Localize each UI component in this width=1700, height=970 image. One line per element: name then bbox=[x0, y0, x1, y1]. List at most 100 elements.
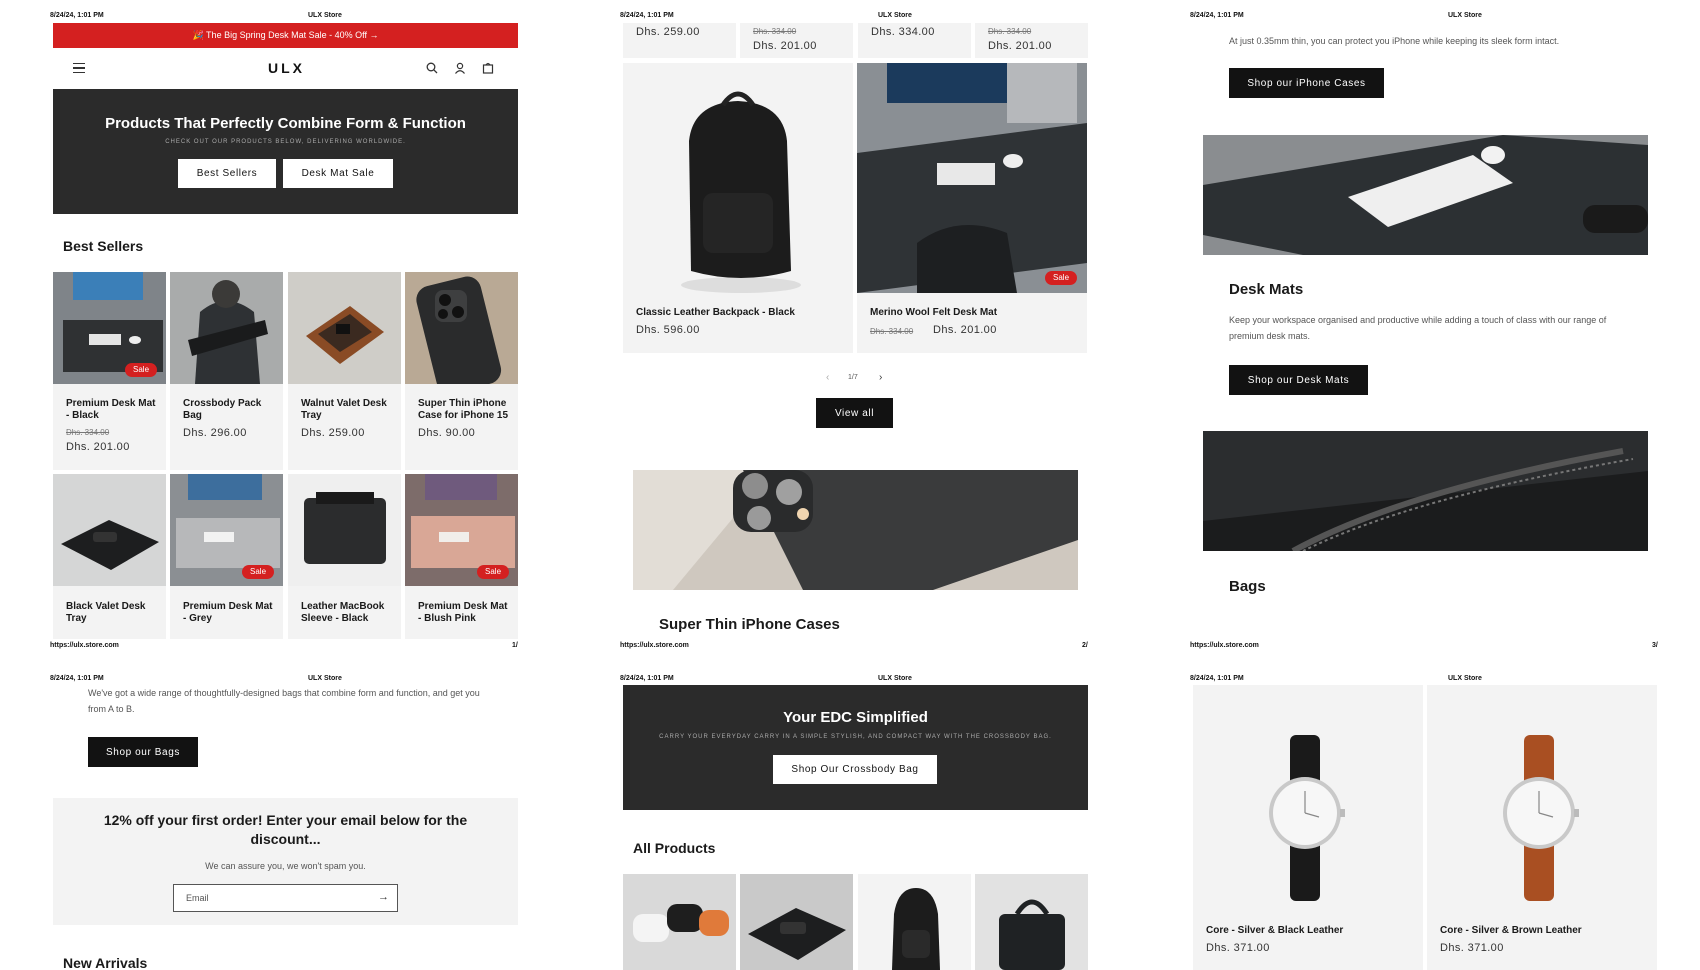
print-page-number: 1/ bbox=[512, 642, 518, 649]
product-old-price: Dhs. 334.00 bbox=[66, 428, 110, 437]
product-price: Dhs. 201.00 bbox=[66, 441, 130, 453]
print-date: 8/24/24, 1:01 PM bbox=[620, 12, 674, 19]
print-date: 8/24/24, 1:01 PM bbox=[620, 675, 674, 682]
best-sellers-title: Best Sellers bbox=[63, 238, 144, 254]
product-price: Dhs. 259.00 bbox=[636, 26, 700, 38]
product-price: Dhs. 201.00 bbox=[933, 324, 997, 336]
print-page-4: 8/24/24, 1:01 PM ULX Store We've got a w… bbox=[0, 665, 560, 970]
sale-badge: Sale bbox=[125, 363, 158, 377]
product-name: Premium Desk Mat - Black bbox=[66, 398, 156, 421]
product-price: Dhs. 371.00 bbox=[1206, 942, 1270, 954]
shop-crossbody-button[interactable]: Shop Our Crossbody Bag bbox=[773, 755, 937, 784]
logo[interactable]: ULX bbox=[268, 60, 305, 76]
product-image bbox=[170, 272, 283, 384]
carousel-next-icon[interactable]: › bbox=[879, 372, 882, 383]
product-price: Dhs. 201.00 bbox=[753, 40, 817, 52]
product-price: Dhs. 596.00 bbox=[636, 324, 700, 336]
print-page-3: 8/24/24, 1:01 PM ULX Store At just 0.35m… bbox=[1140, 0, 1700, 655]
product-name: Black Valet Desk Tray bbox=[66, 601, 146, 624]
print-title: ULX Store bbox=[308, 675, 342, 682]
product-image bbox=[288, 272, 401, 384]
shop-iphone-cases-button[interactable]: Shop our iPhone Cases bbox=[1229, 68, 1384, 98]
product-card[interactable]: Crossbody Pack Bag Dhs. 296.00 bbox=[170, 272, 283, 470]
account-icon[interactable] bbox=[454, 62, 466, 74]
print-url: https://ulx.store.com bbox=[620, 642, 689, 649]
product-card[interactable]: Core - Silver & Brown Leather Dhs. 371.0… bbox=[1427, 685, 1657, 970]
product-card[interactable]: Dhs. 334.00 Dhs. 201.00 bbox=[740, 23, 853, 58]
product-name: Premium Desk Mat - Blush Pink bbox=[418, 601, 508, 624]
shop-desk-mats-button[interactable]: Shop our Desk Mats bbox=[1229, 365, 1368, 395]
product-card[interactable]: Sale Premium Desk Mat - Grey bbox=[170, 474, 283, 639]
iphone-section-title: Super Thin iPhone Cases bbox=[659, 616, 840, 633]
product-card[interactable]: Dhs. 334.00 Dhs. 201.00 bbox=[975, 23, 1088, 58]
product-price: Dhs. 334.00 bbox=[871, 26, 935, 38]
search-icon[interactable] bbox=[426, 62, 438, 74]
product-card[interactable]: Walnut Valet Desk Tray Dhs. 259.00 bbox=[288, 272, 401, 470]
print-date: 8/24/24, 1:01 PM bbox=[50, 675, 104, 682]
bags-text: We've got a wide range of thoughtfully-d… bbox=[88, 688, 480, 714]
product-image: Sale bbox=[857, 63, 1087, 293]
iphone-section-text: At just 0.35mm thin, you can protect you… bbox=[1229, 36, 1560, 46]
edc-banner: Your EDC Simplified CARRY YOUR EVERYDAY … bbox=[623, 685, 1088, 810]
product-name: Super Thin iPhone Case for iPhone 15 bbox=[418, 398, 509, 421]
product-card[interactable]: Sale Premium Desk Mat - Black Dhs. 334.0… bbox=[53, 272, 166, 470]
product-image: Sale bbox=[53, 272, 166, 384]
product-card[interactable]: Dhs. 259.00 bbox=[623, 23, 736, 58]
submit-arrow-icon[interactable]: → bbox=[378, 891, 389, 903]
product-card[interactable]: Sale Premium Desk Mat - Blush Pink bbox=[405, 474, 518, 639]
product-card[interactable]: Classic Leather Backpack - Black Dhs. 59… bbox=[623, 63, 853, 353]
product-card[interactable]: Black Valet Desk Tray bbox=[53, 474, 166, 639]
carousel-pager: 1/7 bbox=[848, 374, 858, 381]
product-name: Premium Desk Mat - Grey bbox=[183, 601, 273, 624]
product-image bbox=[623, 63, 853, 293]
product-name: Core - Silver & Black Leather bbox=[1206, 925, 1344, 936]
product-image bbox=[405, 272, 518, 384]
newsletter-title: 12% off your first order! Enter your ema… bbox=[103, 812, 468, 847]
product-image bbox=[1427, 685, 1657, 915]
product-name: Merino Wool Felt Desk Mat bbox=[870, 307, 998, 318]
hamburger-icon[interactable] bbox=[73, 63, 85, 73]
hero-subtitle: CHECK OUT OUR PRODUCTS BELOW, DELIVERING… bbox=[165, 139, 406, 145]
new-arrivals-title: New Arrivals bbox=[63, 955, 148, 970]
print-page-5: 8/24/24, 1:01 PM ULX Store Your EDC Simp… bbox=[570, 665, 1130, 970]
newsletter-text: We can assure you, we won't spam you. bbox=[205, 861, 366, 871]
product-old-price: Dhs. 334.00 bbox=[870, 327, 914, 336]
announcement-bar[interactable]: 🎉 The Big Spring Desk Mat Sale - 40% Off… bbox=[53, 23, 518, 48]
product-name: Walnut Valet Desk Tray bbox=[301, 398, 387, 421]
shop-bags-button[interactable]: Shop our Bags bbox=[88, 737, 198, 767]
sale-badge: Sale bbox=[242, 565, 275, 579]
email-placeholder: Email bbox=[186, 893, 209, 903]
print-date: 8/24/24, 1:01 PM bbox=[1190, 675, 1244, 682]
product-card[interactable]: Dhs. 334.00 bbox=[858, 23, 971, 58]
print-page-1: 8/24/24, 1:01 PM ULX Store 🎉 The Big Spr… bbox=[0, 0, 560, 655]
product-image[interactable] bbox=[858, 874, 971, 970]
product-image[interactable] bbox=[740, 874, 853, 970]
product-image bbox=[53, 474, 166, 586]
best-sellers-button[interactable]: Best Sellers bbox=[178, 159, 276, 188]
product-card[interactable]: Super Thin iPhone Case for iPhone 15 Dhs… bbox=[405, 272, 518, 470]
hero-banner: Products That Perfectly Combine Form & F… bbox=[53, 89, 518, 214]
print-date: 8/24/24, 1:01 PM bbox=[50, 12, 104, 19]
edc-subtitle: CARRY YOUR EVERYDAY CARRY IN A SIMPLE ST… bbox=[659, 734, 1052, 740]
cart-icon[interactable] bbox=[482, 62, 494, 74]
carousel-prev-icon[interactable]: ‹ bbox=[826, 372, 829, 383]
edc-title: Your EDC Simplified bbox=[783, 709, 928, 726]
product-price: Dhs. 371.00 bbox=[1440, 942, 1504, 954]
all-products-title: All Products bbox=[633, 840, 716, 856]
product-card[interactable]: Core - Silver & Black Leather Dhs. 371.0… bbox=[1193, 685, 1423, 970]
announcement-text: 🎉 The Big Spring Desk Mat Sale - 40% Off… bbox=[192, 30, 379, 40]
print-page-6: 8/24/24, 1:01 PM ULX Store Core - Silver… bbox=[1140, 665, 1700, 970]
print-title: ULX Store bbox=[308, 12, 342, 19]
print-url: https://ulx.store.com bbox=[1190, 642, 1259, 649]
product-image[interactable] bbox=[975, 874, 1088, 970]
view-all-button[interactable]: View all bbox=[816, 398, 893, 428]
desk-mat-sale-button[interactable]: Desk Mat Sale bbox=[283, 159, 393, 188]
product-card[interactable]: Leather MacBook Sleeve - Black bbox=[288, 474, 401, 639]
email-field[interactable]: Email → bbox=[173, 884, 398, 912]
product-image: Sale bbox=[405, 474, 518, 586]
print-title: ULX Store bbox=[1448, 12, 1482, 19]
product-image[interactable] bbox=[623, 874, 736, 970]
product-card[interactable]: Sale Merino Wool Felt Desk Mat Dhs. 334.… bbox=[857, 63, 1087, 353]
bags-title: Bags bbox=[1229, 578, 1266, 595]
bags-banner-image bbox=[1203, 431, 1648, 551]
